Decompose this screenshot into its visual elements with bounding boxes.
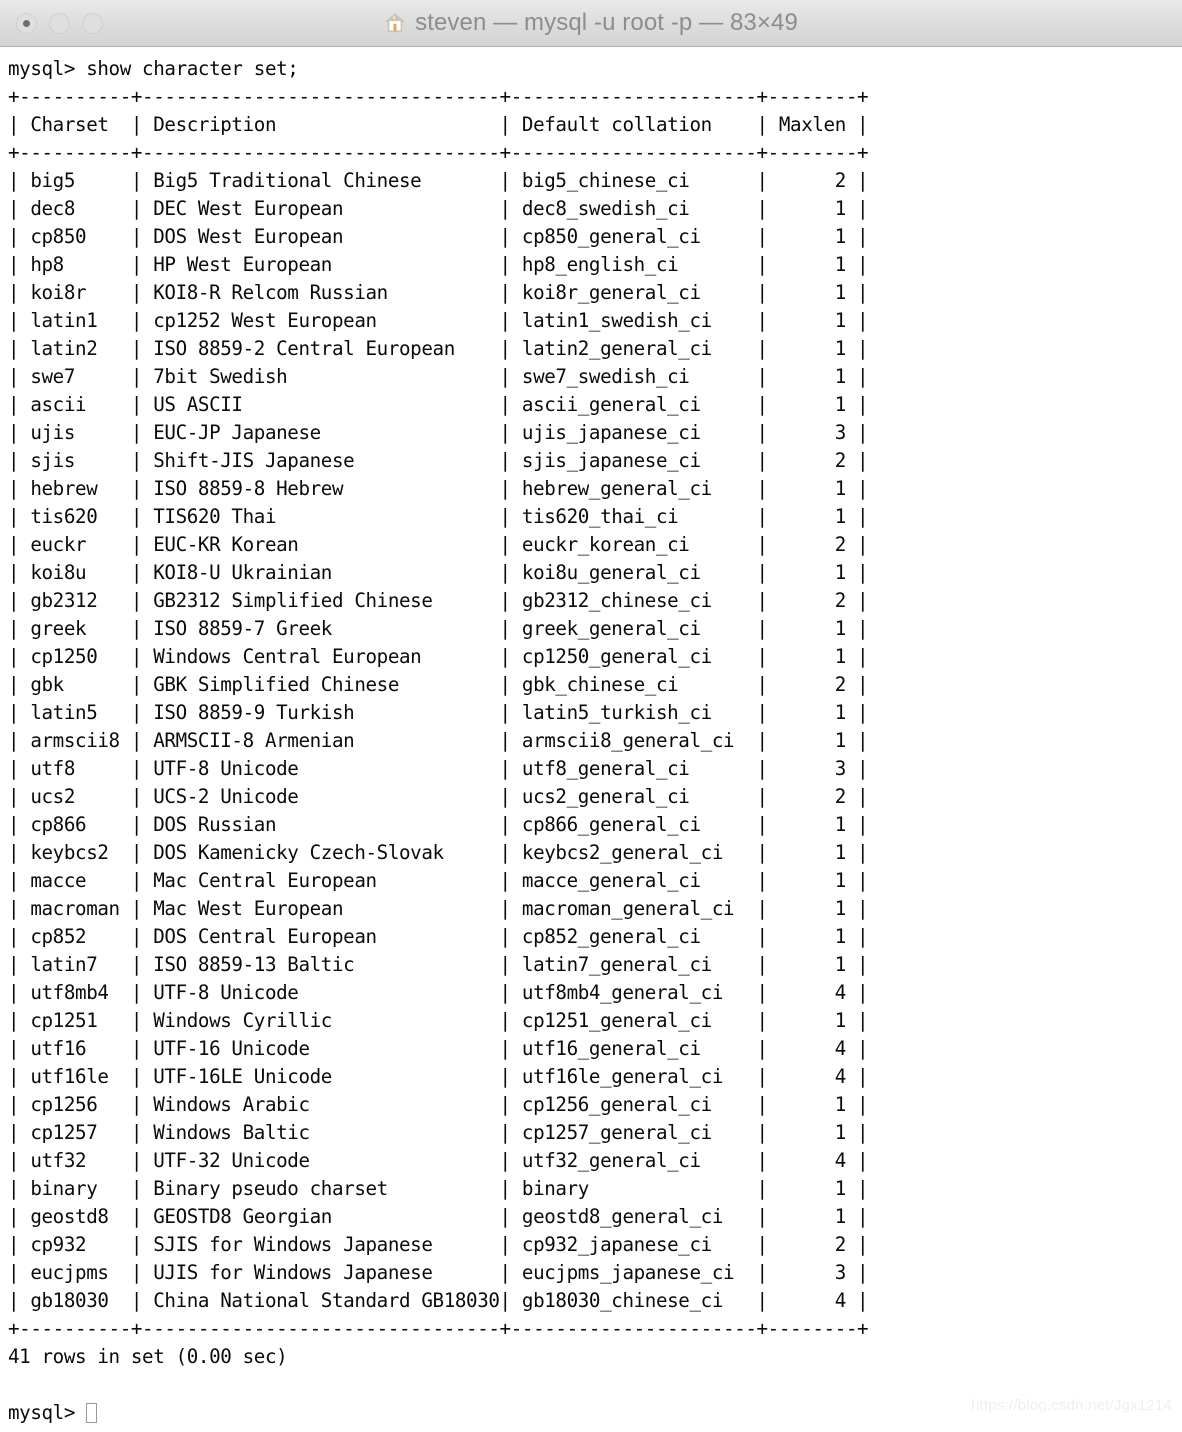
zoom-button[interactable] (82, 12, 103, 34)
home-icon (385, 13, 405, 33)
minimize-button[interactable] (49, 12, 70, 34)
terminal-body[interactable]: mysql> show character set; +----------+-… (0, 47, 1182, 1432)
window-title: steven — mysql -u root -p — 83×49 (415, 9, 798, 36)
close-dot (23, 19, 30, 27)
window-title-group: steven — mysql -u root -p — 83×49 (0, 0, 1182, 46)
watermark: https://blog.csdn.net/Jgx1214 (971, 1397, 1172, 1414)
close-button[interactable] (16, 12, 37, 34)
terminal-window: steven — mysql -u root -p — 83×49 mysql>… (0, 0, 1182, 1432)
window-titlebar[interactable]: steven — mysql -u root -p — 83×49 (0, 0, 1182, 47)
text-cursor (86, 1403, 98, 1423)
terminal-output: mysql> show character set; +----------+-… (8, 57, 869, 1424)
window-controls (0, 12, 103, 34)
